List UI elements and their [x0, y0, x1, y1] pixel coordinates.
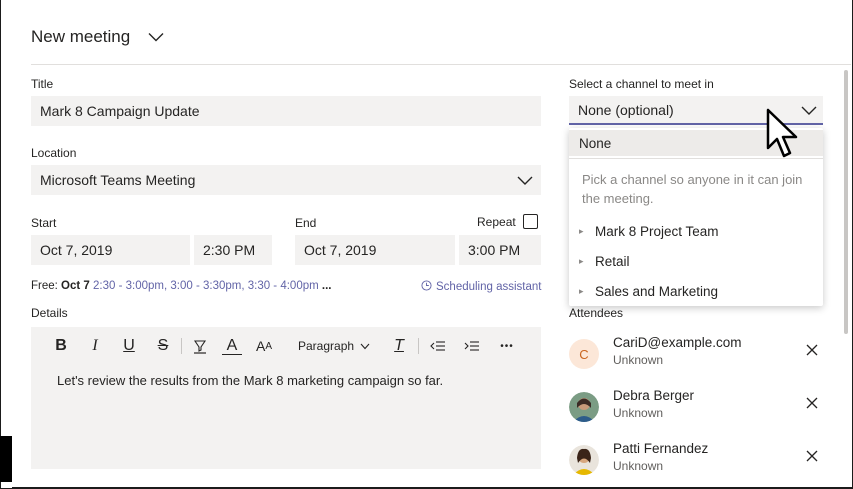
free-slot[interactable]: 3:30 - 4:00pm [248, 280, 319, 292]
highlight-icon[interactable] [190, 334, 210, 358]
caret-right-icon: ▸ [579, 255, 584, 266]
meeting-window: New meeting Title Mark 8 Campaign Update… [0, 0, 853, 489]
window-edge [0, 436, 12, 482]
start-time-input[interactable]: 2:30 PM [194, 235, 272, 265]
clear-format-button[interactable]: T [388, 334, 410, 358]
underline-button[interactable]: U [119, 334, 139, 358]
attendee-name: Debra Berger [613, 388, 695, 403]
format-toolbar: B I U S A AA Paragraph T ••• [51, 334, 519, 358]
caret-right-icon: ▸ [579, 225, 584, 236]
channel-option[interactable]: ▸ Retail [579, 250, 630, 272]
end-date-input[interactable]: Oct 7, 2019 [295, 235, 455, 265]
outdent-icon[interactable] [427, 334, 449, 358]
avatar: C [569, 339, 599, 369]
free-more[interactable]: ... [322, 280, 332, 292]
channel-option[interactable]: ▸ Sales and Marketing [579, 280, 718, 302]
attendees-label: Attendees [569, 306, 624, 320]
header-divider [31, 64, 851, 65]
free-slot[interactable]: 3:00 - 3:30pm, [170, 280, 244, 292]
font-size-button[interactable]: AA [252, 334, 276, 358]
scheduling-assistant-link[interactable]: Scheduling assistant [421, 280, 541, 294]
end-time-input[interactable]: 3:00 PM [459, 235, 541, 265]
free-slot[interactable]: 2:30 - 3:00pm, [93, 280, 167, 292]
channel-value: None (optional) [578, 101, 674, 118]
repeat-label: Repeat [477, 215, 516, 229]
free-label: Free: [31, 280, 58, 292]
paragraph-dropdown[interactable]: Paragraph [298, 334, 370, 358]
indent-icon[interactable] [461, 334, 483, 358]
font-size-label-small: A [265, 340, 272, 352]
title-label: Title [31, 77, 54, 91]
location-value: Microsoft Teams Meeting [40, 172, 196, 188]
start-date-input[interactable]: Oct 7, 2019 [31, 235, 190, 265]
chevron-down-icon[interactable] [148, 32, 164, 42]
font-color-button[interactable]: A [222, 337, 242, 355]
avatar-initial: C [579, 346, 589, 362]
scrollbar[interactable] [844, 70, 848, 334]
close-icon[interactable] [805, 343, 819, 357]
attendee-name: Patti Fernandez [613, 441, 709, 456]
paragraph-label: Paragraph [298, 339, 355, 353]
details-text: Let's review the results from the Mark 8… [57, 373, 444, 388]
strikethrough-button[interactable]: S [153, 334, 173, 358]
toolbar-divider [418, 338, 420, 354]
details-label: Details [31, 306, 68, 320]
start-label: Start [31, 216, 57, 230]
scheduling-assistant-label: Scheduling assistant [436, 281, 542, 293]
header: New meeting [31, 27, 164, 47]
location-label: Location [31, 146, 77, 160]
details-editor[interactable]: B I U S A AA Paragraph T ••• Let's revie… [31, 327, 541, 469]
start-time-value: 2:30 PM [203, 242, 256, 258]
free-date: Oct 7 [61, 280, 90, 292]
channel-option[interactable]: ▸ Mark 8 Project Team [579, 220, 719, 242]
attendee-role: Unknown [613, 406, 664, 420]
channel-option-label: Retail [595, 253, 630, 269]
italic-button[interactable]: I [85, 334, 105, 358]
avatar [569, 392, 599, 422]
title-value: Mark 8 Campaign Update [40, 103, 200, 119]
chevron-down-icon [360, 339, 370, 353]
channel-option-label: None [579, 135, 612, 151]
close-icon[interactable] [805, 396, 819, 410]
channel-option-label: Mark 8 Project Team [595, 223, 719, 239]
more-options-button[interactable]: ••• [495, 334, 519, 358]
attendee-role: Unknown [613, 459, 664, 473]
avatar [569, 445, 599, 475]
caret-right-icon: ▸ [579, 285, 584, 296]
channel-option-label: Sales and Marketing [595, 283, 719, 299]
close-icon[interactable] [805, 449, 819, 463]
location-input[interactable]: Microsoft Teams Meeting [31, 165, 541, 195]
title-input[interactable]: Mark 8 Campaign Update [31, 96, 541, 126]
chevron-down-icon[interactable] [801, 103, 817, 119]
clock-icon [421, 280, 432, 294]
repeat-checkbox[interactable] [523, 214, 538, 229]
toolbar-divider [181, 338, 182, 354]
end-date-value: Oct 7, 2019 [304, 242, 377, 258]
font-size-label: A [255, 338, 266, 354]
attendee-row: C CariD@example.com Unknown [569, 335, 829, 379]
free-times: Free: Oct 7 2:30 - 3:00pm, 3:00 - 3:30pm… [31, 280, 332, 292]
attendee-role: Unknown [613, 353, 664, 367]
attendee-name: CariD@example.com [613, 335, 742, 350]
page-title: New meeting [31, 27, 131, 46]
channel-hint: Pick a channel so anyone in it can join … [582, 172, 803, 206]
mouse-pointer-icon [766, 108, 800, 165]
attendee-row: Patti Fernandez Unknown [569, 441, 829, 485]
bold-button[interactable]: B [51, 334, 71, 358]
chevron-down-icon[interactable] [517, 173, 533, 189]
end-label: End [295, 216, 317, 230]
end-time-value: 3:00 PM [468, 242, 521, 258]
attendee-row: Debra Berger Unknown [569, 388, 829, 432]
channel-label: Select a channel to meet in [569, 77, 714, 91]
start-date-value: Oct 7, 2019 [40, 242, 113, 258]
